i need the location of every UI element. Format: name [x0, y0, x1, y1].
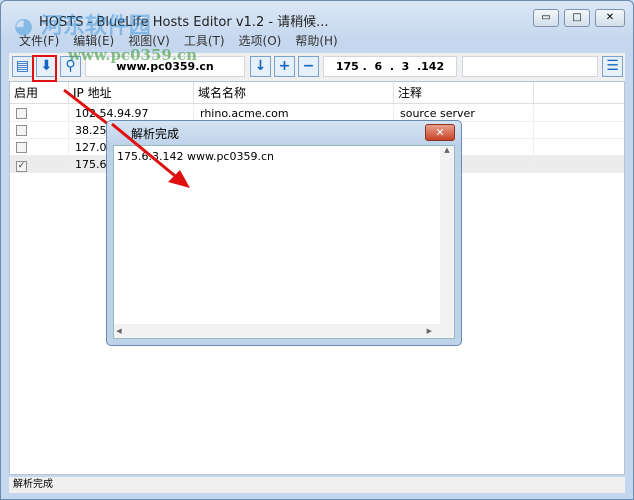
- horizontal-scrollbar[interactable]: ◀ ▶: [114, 324, 454, 338]
- dialog-textarea[interactable]: 175.6.3.142 www.pc0359.cn ▲ ◀ ▶: [113, 145, 455, 339]
- vertical-scrollbar[interactable]: ▲: [440, 146, 454, 324]
- resolve-dialog: 解析完成 ✕ 175.6.3.142 www.pc0359.cn ▲ ◀ ▶: [106, 120, 462, 346]
- dialog-content: 175.6.3.142 www.pc0359.cn: [117, 150, 274, 163]
- dialog-title: 解析完成: [131, 127, 180, 141]
- dialog-close-button[interactable]: ✕: [425, 124, 455, 141]
